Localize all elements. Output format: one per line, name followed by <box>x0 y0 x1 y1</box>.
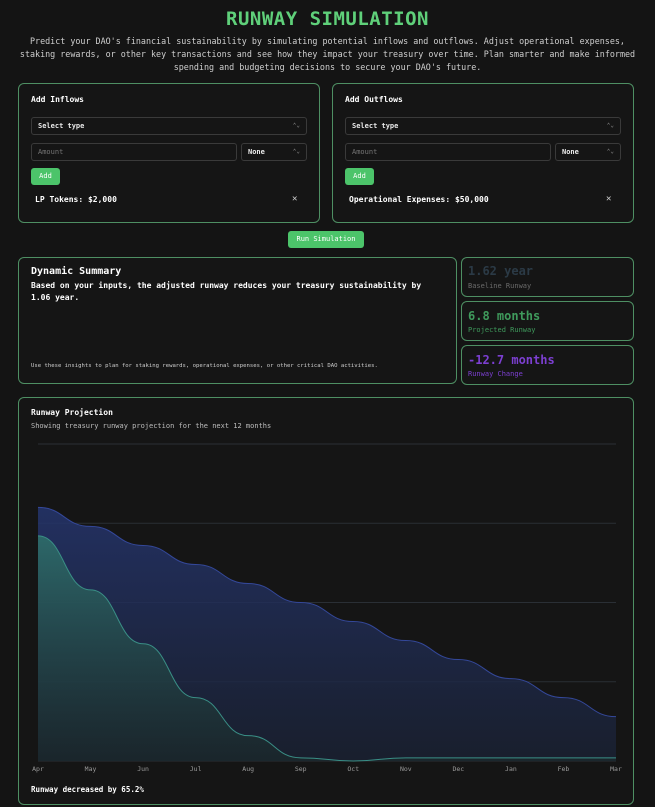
chevron-updown-icon: ⌃⌄ <box>606 148 614 155</box>
inflow-unit-value: None <box>248 148 265 156</box>
outflows-title: Add Outflows <box>345 95 403 104</box>
inflow-unit-select[interactable]: None ⌃⌄ <box>241 143 307 161</box>
inflow-amount-input[interactable] <box>31 143 237 161</box>
outflow-unit-select[interactable]: None ⌃⌄ <box>555 143 621 161</box>
inflows-card: Add Inflows Select type ⌃⌄ None ⌃⌄ Add L… <box>18 83 320 223</box>
summary-text: Based on your inputs, the adjusted runwa… <box>31 280 441 304</box>
add-outflow-button[interactable]: Add <box>345 168 374 185</box>
outflows-card: Add Outflows Select type ⌃⌄ None ⌃⌄ Add … <box>332 83 634 223</box>
inflow-type-select[interactable]: Select type ⌃⌄ <box>31 117 307 135</box>
stat-value: -12.7 months <box>468 353 555 367</box>
stat-label: Projected Runway <box>468 326 536 334</box>
outflow-entry: Operational Expenses: $50,000 <box>349 195 489 204</box>
projection-subtitle: Showing treasury runway projection for t… <box>31 422 272 430</box>
chevron-updown-icon: ⌃⌄ <box>606 122 614 129</box>
inflow-entry: LP Tokens: $2,000 <box>35 195 117 204</box>
x-tick-label: Mar <box>610 765 622 773</box>
outflow-type-select[interactable]: Select type ⌃⌄ <box>345 117 621 135</box>
stat-value: 6.8 months <box>468 309 541 323</box>
summary-card: Dynamic Summary Based on your inputs, th… <box>18 257 457 384</box>
page-subtitle: Predict your DAO's financial sustainabil… <box>19 36 636 72</box>
inflows-title: Add Inflows <box>31 95 84 104</box>
stat-label: Baseline Runway <box>468 282 532 290</box>
summary-footnote: Use these insights to plan for staking r… <box>31 363 378 369</box>
stat-label: Runway Change <box>468 370 523 378</box>
x-tick-label: Jul <box>190 765 202 773</box>
chevron-updown-icon: ⌃⌄ <box>292 148 300 155</box>
inflow-type-value: Select type <box>38 122 85 130</box>
stat-value: 1.62 year <box>468 264 534 278</box>
x-tick-label: Jun <box>137 765 149 773</box>
runway-chart: Apr May Jun Jul Aug Sep Oct Nov Dec Jan Feb Mar <box>32 443 622 773</box>
x-tick-label: Oct <box>347 765 359 773</box>
runway-change-card: -12.7 months Runway Change <box>461 345 634 385</box>
run-simulation-button[interactable]: Run Simulation <box>288 231 364 248</box>
projection-title: Runway Projection <box>31 408 113 417</box>
x-tick-label: Jan <box>505 765 517 773</box>
projection-footer: Runway decreased by 65.2% <box>31 785 144 794</box>
add-inflow-button[interactable]: Add <box>31 168 60 185</box>
outflow-unit-value: None <box>562 148 579 156</box>
close-icon[interactable]: ✕ <box>606 194 611 204</box>
x-tick-label: Aug <box>242 765 254 773</box>
close-icon[interactable]: ✕ <box>292 194 297 204</box>
x-tick-label: Sep <box>295 765 307 773</box>
x-tick-label: Apr <box>32 765 44 773</box>
summary-text-prefix: Based on your inputs, the adjusted runwa… <box>31 281 422 290</box>
outflow-amount-input[interactable] <box>345 143 551 161</box>
projection-card: Runway Projection Showing treasury runwa… <box>18 397 634 805</box>
projected-runway-card: 6.8 months Projected Runway <box>461 301 634 341</box>
outflow-type-value: Select type <box>352 122 399 130</box>
summary-title: Dynamic Summary <box>31 266 122 277</box>
page-title: RUNWAY SIMULATION <box>226 8 429 30</box>
chevron-updown-icon: ⌃⌄ <box>292 122 300 129</box>
x-tick-label: Nov <box>400 765 412 773</box>
x-tick-label: May <box>85 765 97 773</box>
x-tick-label: Feb <box>558 765 570 773</box>
x-tick-label: Dec <box>452 765 464 773</box>
summary-text-value: 1.06 year. <box>31 293 80 302</box>
baseline-runway-card: 1.62 year Baseline Runway <box>461 257 634 297</box>
